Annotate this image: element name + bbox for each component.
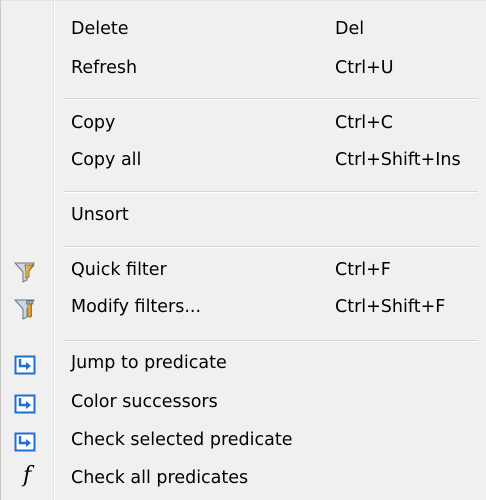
menu-separator — [63, 340, 478, 342]
menu-item-label: Color successors — [71, 392, 218, 412]
menu-separator — [63, 246, 478, 248]
menu-item-refresh[interactable]: Refresh Ctrl+U — [1, 51, 486, 89]
menu-item-label: Delete — [71, 19, 129, 39]
menu-item-quick-filter[interactable]: Quick filter Ctrl+F — [1, 253, 486, 291]
menu-item-shortcut: Ctrl+C — [335, 113, 394, 133]
jump-arrow-icon — [14, 432, 36, 452]
menu-item-label: Check selected predicate — [71, 430, 293, 450]
menu-item-copy[interactable]: Copy Ctrl+C — [1, 106, 486, 144]
menu-item-check-selected-predicate[interactable]: Check selected predicate — [1, 423, 486, 461]
menu-item-label: Jump to predicate — [71, 353, 227, 373]
menu-item-copy-all[interactable]: Copy all Ctrl+Shift+Ins — [1, 143, 486, 181]
menu-item-label: Quick filter — [71, 260, 167, 280]
menu-separator — [63, 191, 478, 193]
menu-item-label: Copy all — [71, 150, 142, 170]
context-menu: Delete Del Refresh Ctrl+U Copy Ctrl+C Co… — [0, 0, 486, 500]
menu-item-check-all-predicates[interactable]: f Check all predicates — [1, 461, 486, 499]
jump-arrow-icon — [14, 394, 36, 414]
menu-item-delete[interactable]: Delete Del — [1, 12, 486, 50]
menu-item-label: Check all predicates — [71, 468, 249, 488]
menu-item-shortcut: Ctrl+F — [335, 260, 391, 280]
menu-item-label: Unsort — [71, 205, 129, 225]
funnel-wrench-icon — [14, 299, 36, 320]
function-icon: f — [23, 463, 32, 488]
menu-item-color-successors[interactable]: Color successors — [1, 385, 486, 423]
menu-item-shortcut: Ctrl+Shift+F — [335, 297, 446, 317]
jump-arrow-icon — [14, 355, 36, 375]
menu-item-modify-filters[interactable]: Modify filters... Ctrl+Shift+F — [1, 290, 486, 328]
menu-item-label: Refresh — [71, 58, 138, 78]
menu-separator — [63, 98, 478, 100]
menu-item-unsort[interactable]: Unsort — [1, 198, 486, 236]
menu-item-shortcut: Del — [335, 19, 365, 39]
funnel-icon — [14, 262, 36, 283]
menu-item-label: Modify filters... — [71, 297, 202, 317]
menu-item-shortcut: Ctrl+Shift+Ins — [335, 150, 461, 170]
menu-item-label: Copy — [71, 113, 116, 133]
menu-item-jump-to-predicate[interactable]: Jump to predicate — [1, 346, 486, 384]
menu-item-shortcut: Ctrl+U — [335, 58, 394, 78]
